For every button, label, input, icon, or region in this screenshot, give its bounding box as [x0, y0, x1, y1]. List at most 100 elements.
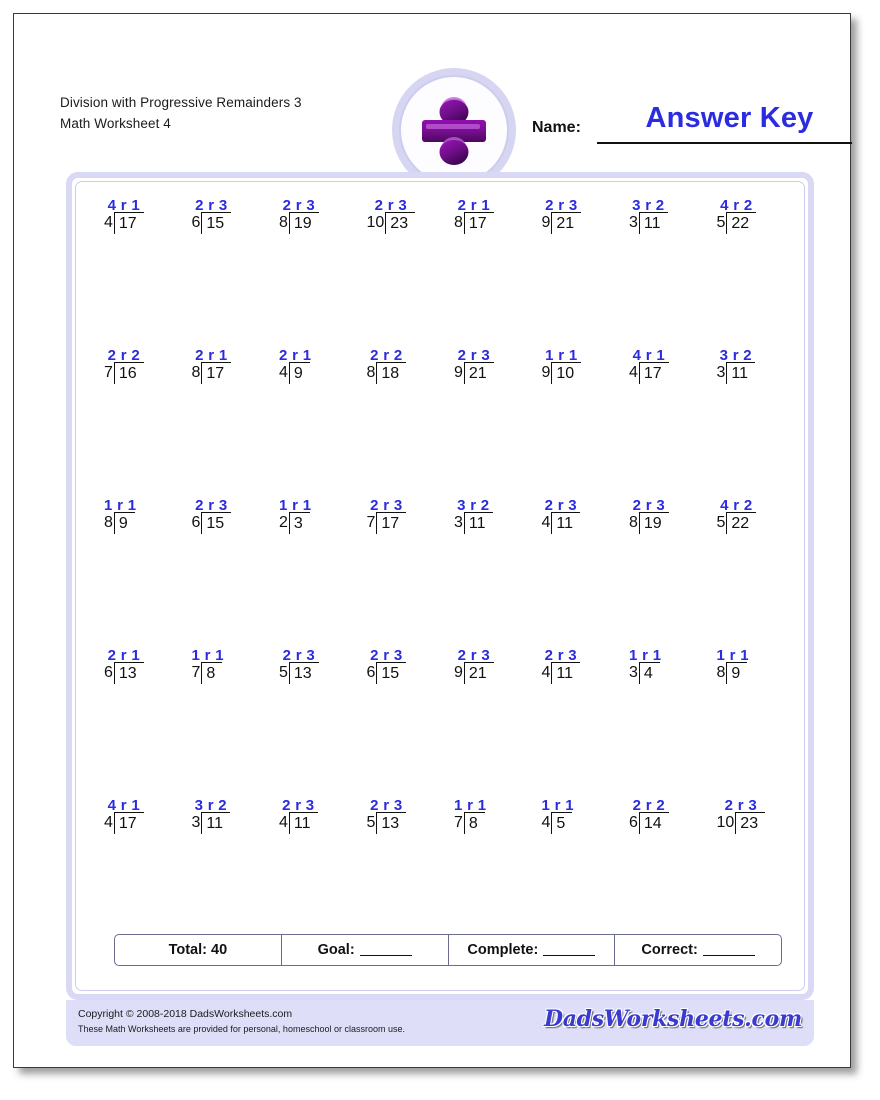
- problem-cell: 4 r 1 4 17: [623, 347, 711, 512]
- divisor: 8: [454, 214, 463, 231]
- divisor: 6: [366, 664, 376, 681]
- division-problem: 2 r 3 5 13: [367, 797, 407, 834]
- division-bracket: 78: [454, 812, 485, 834]
- score-cell[interactable]: Complete:: [449, 935, 616, 965]
- problem-row: 4 r 1 4 17 2 r 3 6 15 2 r 3 8 19 2 r 3 10 23 2 r 181…: [98, 197, 798, 362]
- quotient-answer: 2 r 3: [632, 497, 666, 514]
- dividend: 21: [551, 212, 582, 234]
- divisor: 5: [279, 664, 288, 681]
- score-cell[interactable]: Goal:: [282, 935, 449, 965]
- dividend: 17: [463, 212, 494, 234]
- quotient-answer: 1 r 1: [104, 497, 137, 514]
- score-cell: Total: 40: [115, 935, 282, 965]
- problem-cell: 4 r 1 4 17: [98, 197, 186, 362]
- quotient-answer: 2 r 3: [724, 797, 757, 814]
- division-problem: 2 r 1 8 17: [454, 197, 494, 234]
- divisor: 9: [454, 364, 463, 381]
- dividend: 11: [551, 662, 581, 684]
- problem-cell: 4 r 1 4 17: [98, 797, 186, 942]
- division-bracket: 9 10: [542, 362, 582, 384]
- quotient-answer: 1 r 1: [191, 647, 224, 664]
- dividend: 22: [726, 212, 757, 234]
- division-bracket: 5 13: [279, 662, 319, 684]
- quotient-answer: 2 r 3: [370, 647, 403, 664]
- divisor: 6: [191, 214, 201, 231]
- division-problem: 2 r 3 4 11: [279, 797, 318, 834]
- dividend: 11: [288, 812, 318, 834]
- quotient-answer: 1 r 1: [545, 347, 578, 364]
- divisor: 6: [629, 814, 638, 831]
- division-bracket: 4 17: [104, 812, 144, 834]
- score-cell[interactable]: Correct:: [615, 935, 781, 965]
- dividend: 23: [385, 212, 416, 234]
- problem-cell: 1 r 1 9 10: [536, 347, 624, 512]
- quotient-answer: 2 r 3: [457, 347, 491, 364]
- dividend: 16: [113, 362, 144, 384]
- problem-cell: 3 r 2 3 11: [623, 197, 711, 362]
- score-blank-line[interactable]: [702, 944, 755, 956]
- quotient-answer: 3 r 2: [719, 347, 752, 364]
- dividend: 11: [201, 812, 231, 834]
- division-bracket: 6 15: [367, 662, 407, 684]
- division-bracket: 3 11: [192, 812, 231, 834]
- division-problem: 2 r 3 9 21: [542, 197, 582, 234]
- problem-cell: 1 r 189: [711, 647, 799, 812]
- division-bracket: 9 21: [542, 212, 582, 234]
- problem-cell: 3 r 2 3 11: [186, 797, 274, 942]
- divisor: 4: [541, 514, 551, 531]
- division-bracket: 23: [279, 512, 310, 534]
- division-problem: 2 r 3 6 15: [191, 197, 232, 234]
- dividend: 17: [201, 362, 232, 384]
- division-problem: 2 r 3 8 19: [629, 497, 669, 534]
- problem-cell: 3 r 2 3 11: [448, 497, 536, 662]
- problem-row: 2 r 2 7 16 2 r 1 8 17 2 r 1492 r 2 8 18 2 r 3 9 21 1…: [98, 347, 798, 512]
- division-bracket: 9 21: [454, 362, 494, 384]
- problem-cell: 2 r 3 5 13: [361, 797, 449, 942]
- division-bracket: 4 17: [629, 362, 669, 384]
- division-bracket: 5 13: [367, 812, 407, 834]
- division-bracket: 8 17: [454, 212, 494, 234]
- score-blank-line[interactable]: [543, 944, 596, 956]
- problem-cell: 2 r 149: [273, 347, 361, 512]
- problem-row: 1 r 1892 r 3 6 15 1 r 1232 r 3 7 17 3 r 2 3 11 2 …: [98, 497, 799, 662]
- quotient-answer: 2 r 3: [282, 197, 316, 214]
- division-problem: 2 r 3 7 17: [366, 497, 407, 534]
- page-title: Division with Progressive Remainders 3: [60, 95, 302, 110]
- division-problem: 3 r 2 3 11: [717, 347, 756, 384]
- problem-panel: 4 r 1 4 17 2 r 3 6 15 2 r 3 8 19 2 r 3 10 23 2 r 181…: [66, 172, 814, 1000]
- dividend: 21: [463, 362, 494, 384]
- dividend: 15: [201, 212, 232, 234]
- division-bracket: 4 11: [542, 662, 581, 684]
- division-bracket: 4 11: [279, 812, 318, 834]
- problem-cell: 1 r 178: [186, 647, 274, 812]
- problem-cell: 4 r 2 5 22: [711, 497, 799, 662]
- divisor: 7: [366, 514, 376, 531]
- divisor: 5: [716, 514, 726, 531]
- division-problem: 4 r 2 5 22: [717, 197, 757, 234]
- quotient-answer: 2 r 3: [195, 497, 228, 514]
- worksheet-page: Division with Progressive Remainders 3 M…: [13, 13, 852, 1068]
- score-blank-line[interactable]: [359, 944, 412, 956]
- problem-cell: 2 r 1 8 17: [448, 197, 536, 362]
- brand-logo: DadsWorksheets.com: [543, 1006, 802, 1032]
- dividend: 13: [376, 812, 407, 834]
- quotient-answer: 2 r 2: [107, 347, 141, 364]
- name-value[interactable]: Answer Key: [607, 102, 852, 135]
- dividend: 17: [376, 512, 407, 534]
- problem-cell: 2 r 3 4 11: [536, 497, 624, 662]
- usage-text: These Math Worksheets are provided for p…: [78, 1024, 405, 1034]
- division-bracket: 9 21: [454, 662, 494, 684]
- quotient-answer: 2 r 1: [195, 347, 228, 364]
- division-problem: 1 r 189: [717, 647, 749, 684]
- division-problem: 2 r 3 9 21: [454, 647, 494, 684]
- quotient-answer: 2 r 3: [370, 497, 403, 514]
- problem-row: 2 r 1 6 13 1 r 1782 r 3 5 13 2 r 3 6 15 2 r 3 9 21 2…: [98, 647, 799, 812]
- dividend: 18: [376, 362, 407, 384]
- division-bracket: 8 18: [367, 362, 407, 384]
- dividend: 11: [463, 512, 493, 534]
- divisor: 8: [191, 364, 201, 381]
- division-bracket: 49: [279, 362, 310, 384]
- divisor: 4: [279, 364, 288, 381]
- score-label: Correct:: [641, 942, 698, 958]
- dividend: 11: [726, 362, 756, 384]
